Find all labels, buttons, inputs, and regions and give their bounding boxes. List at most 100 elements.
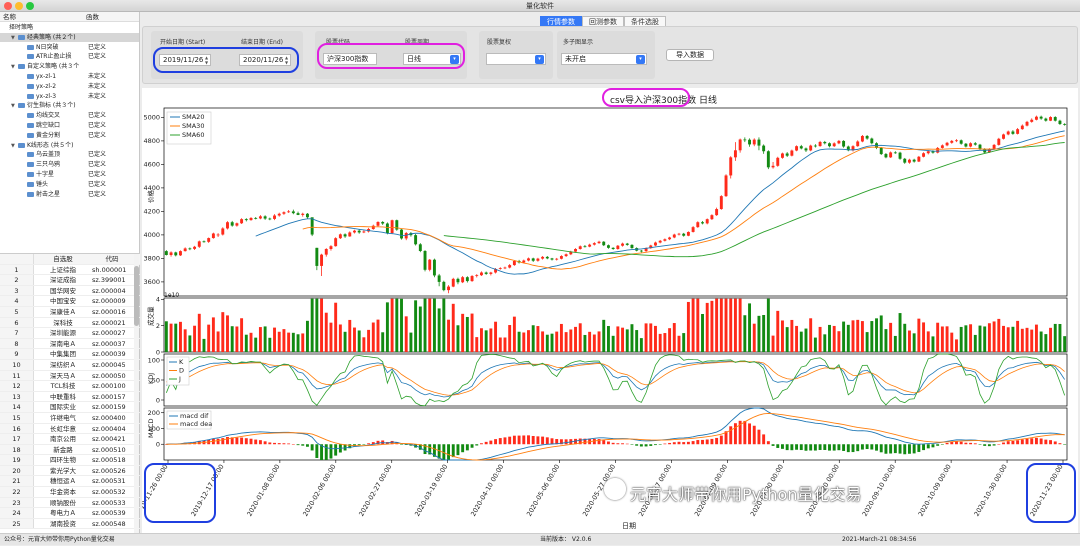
tree-item-func: 已定义 xyxy=(88,190,107,198)
candle-body xyxy=(955,140,958,142)
table-row[interactable]: 17 南京公用 sz.000421 xyxy=(0,434,140,445)
macd-bar xyxy=(244,438,248,445)
table-row[interactable]: 12 TCL科技 sz.000100 xyxy=(0,381,140,392)
table-row[interactable]: 10 深纺织Ａ sz.000045 xyxy=(0,359,140,371)
table-row[interactable]: 24 粤电力Ａ sz.000539 xyxy=(0,508,140,519)
table-row[interactable]: 20 紫光学大 sz.000526 xyxy=(0,465,140,477)
table-row[interactable]: 2 深证成指 sz.399001 xyxy=(0,275,140,286)
volume-bar xyxy=(588,331,592,352)
row-number: 4 xyxy=(0,296,34,306)
table-row[interactable]: 5 深康佳Ａ sz.000016 xyxy=(0,306,140,318)
macd-bar xyxy=(531,435,535,445)
tree-item[interactable]: ▼ 衍生指标 (共３个) xyxy=(0,101,139,110)
tree-item[interactable]: 均线交叉 已定义 xyxy=(0,111,139,120)
tree-item[interactable]: yx-zl-1 未定义 xyxy=(0,72,139,81)
macd-bar xyxy=(456,444,460,456)
volume-bar xyxy=(729,298,733,352)
tree-item[interactable]: 择时策略 xyxy=(0,23,139,32)
minimize-window-icon[interactable] xyxy=(15,2,23,10)
volume-bar xyxy=(362,337,366,352)
expand-toggle-icon[interactable]: ▼ xyxy=(11,102,18,111)
volume-bar xyxy=(1039,331,1043,352)
watchlist-rows: 1 上证综指 sh.000001 2 深证成指 sz.399001 3 国华网安 sz.0000… xyxy=(0,264,140,530)
macd-bar xyxy=(1058,443,1062,445)
maximize-window-icon[interactable] xyxy=(26,2,34,10)
candle-body xyxy=(522,260,526,263)
tree-item[interactable]: ATR止盈止损 已定义 xyxy=(0,52,139,61)
close-window-icon[interactable] xyxy=(4,2,12,10)
tree-item[interactable]: ▼ 经典策略 (共２个) xyxy=(0,32,139,43)
table-row[interactable]: 22 华金资本 sz.000532 xyxy=(0,487,140,498)
macd-bar xyxy=(329,444,333,459)
tree-item[interactable]: 跳空缺口 已定义 xyxy=(0,121,139,130)
tree-item[interactable]: 黄金分割 已定义 xyxy=(0,131,139,140)
adjust-select[interactable]: ▾ xyxy=(486,53,546,65)
volume-bar xyxy=(263,326,267,352)
table-row[interactable]: 14 国际实业 sz.000159 xyxy=(0,402,140,413)
tree-item[interactable]: 十字星 已定义 xyxy=(0,170,139,179)
volume-bar xyxy=(400,298,403,352)
import-data-button[interactable]: 导入数据 xyxy=(666,49,714,61)
subplot-dropdown-icon[interactable]: ▾ xyxy=(636,55,645,64)
tree-item[interactable]: ▼ K线形态 (共５个) xyxy=(0,141,139,150)
volume-bar xyxy=(889,322,893,352)
volume-bar xyxy=(494,321,498,352)
stock-code: sz.000400 xyxy=(92,413,126,422)
tree-item[interactable]: ▼ 自定义策略 (共３个 xyxy=(0,62,139,71)
volume-bar xyxy=(1016,320,1020,352)
volume-bar xyxy=(1020,328,1024,352)
candle-body xyxy=(193,246,197,249)
table-row[interactable]: 6 深科技 sz.000021 xyxy=(0,317,140,329)
table-row[interactable]: 15 许继电气 sz.000400 xyxy=(0,412,140,424)
candle-body xyxy=(475,275,479,277)
table-row[interactable]: 21 穗恒运Ａ sz.000531 xyxy=(0,476,140,488)
macd-bar xyxy=(992,444,996,446)
subplot-select[interactable]: 未开启 ▾ xyxy=(561,53,647,65)
volume-bar xyxy=(480,328,483,352)
candle-body xyxy=(428,259,432,270)
table-row[interactable]: 16 长虹华意 sz.000404 xyxy=(0,423,140,435)
macd-bar xyxy=(310,444,314,451)
scrollbar-thumb[interactable] xyxy=(134,266,139,326)
table-row[interactable]: 23 顺钠股份 sz.000533 xyxy=(0,497,140,509)
chart-svg: csv导入沪深300指数 日线3600380040004200440046004… xyxy=(142,94,1068,530)
stock-code: sz.000021 xyxy=(92,318,126,327)
table-row[interactable]: 13 中联重科 sz.000157 xyxy=(0,391,140,403)
tree-item[interactable]: yx-zl-2 未定义 xyxy=(0,82,139,91)
tree-item[interactable]: N日突破 已定义 xyxy=(0,43,139,52)
tree-item[interactable]: 乌云盖顶 已定义 xyxy=(0,150,139,159)
volume-bar xyxy=(470,313,474,352)
table-row[interactable]: 7 深圳能源 sz.000027 xyxy=(0,328,140,339)
table-row[interactable]: 19 四环生物 sz.000518 xyxy=(0,455,140,466)
expand-toggle-icon[interactable]: ▼ xyxy=(11,142,18,151)
macd-bar xyxy=(517,435,521,445)
macd-bar xyxy=(621,443,625,445)
macd-bar xyxy=(715,437,719,445)
volume-bar xyxy=(226,315,229,352)
macd-bar xyxy=(912,444,916,454)
candle-body xyxy=(442,281,446,291)
candle-body xyxy=(310,217,314,235)
table-row[interactable]: 9 中集集团 sz.000039 xyxy=(0,349,140,360)
table-row[interactable]: 8 深南电Ａ sz.000037 xyxy=(0,338,140,350)
tree-item-label: 十字星 xyxy=(36,171,55,178)
table-row[interactable]: 1 上证综指 sh.000001 xyxy=(0,264,140,276)
tree-item-func: 已定义 xyxy=(88,171,107,178)
table-row[interactable]: 4 中国宝安 sz.000009 xyxy=(0,296,140,307)
tree-item[interactable]: 锤头 已定义 xyxy=(0,180,139,189)
watchlist-scrollbar[interactable] xyxy=(134,254,139,545)
tree-item[interactable]: 三只乌鸦 已定义 xyxy=(0,160,139,169)
stock-code: sz.000531 xyxy=(92,477,126,486)
table-row[interactable]: 11 深天马Ａ sz.000050 xyxy=(0,370,140,382)
expand-toggle-icon[interactable]: ▼ xyxy=(11,34,18,43)
adjust-dropdown-icon[interactable]: ▾ xyxy=(535,55,544,64)
table-row[interactable]: 3 国华网安 sz.000004 xyxy=(0,285,140,297)
expand-toggle-icon[interactable]: ▼ xyxy=(11,63,18,72)
volume-bar xyxy=(677,335,681,352)
table-row[interactable]: 25 湖南投资 sz.000548 xyxy=(0,518,140,530)
stock-name: 深纺织Ａ xyxy=(50,360,76,369)
table-row[interactable]: 18 新金路 sz.000510 xyxy=(0,444,140,456)
volume-bar xyxy=(635,330,639,352)
tree-item[interactable]: yx-zl-3 未定义 xyxy=(0,92,139,101)
tree-item[interactable]: 射击之星 已定义 xyxy=(0,190,139,199)
